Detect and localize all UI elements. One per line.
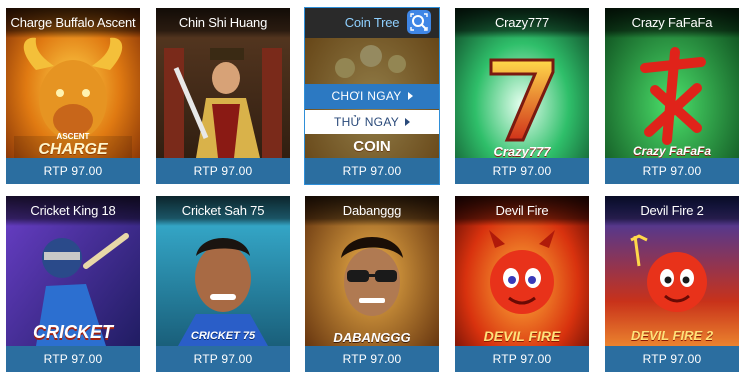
game-card-crazy777[interactable]: Crazy777 Crazy777 RTP 97.00 <box>455 8 589 184</box>
rtp-badge: RTP 97.00 <box>305 158 439 184</box>
rtp-badge: RTP 97.00 <box>305 346 439 372</box>
art-logo: DEVIL FIRE <box>483 328 561 344</box>
game-card-chin-shi-huang[interactable]: Chin Shi Huang RTP 97.00 <box>156 8 290 184</box>
rtp-badge: RTP 97.00 <box>6 346 140 372</box>
rtp-badge: RTP 97.00 <box>6 158 140 184</box>
game-title: Devil Fire 2 <box>605 196 739 226</box>
art-logo: DABANGGG <box>333 330 411 345</box>
game-title: Charge Buffalo Ascent <box>6 8 140 38</box>
game-grid: Charge Buffalo Ascent ASCENT CHARGE RTP … <box>0 0 750 378</box>
try-now-button[interactable]: THỬ NGAY <box>305 110 439 134</box>
game-title: Cricket Sah 75 <box>156 196 290 226</box>
search-icon[interactable] <box>407 10 431 34</box>
rtp-badge: RTP 97.00 <box>156 158 290 184</box>
game-title: Devil Fire <box>455 196 589 226</box>
play-now-button[interactable]: CHƠI NGAY <box>305 84 439 109</box>
game-card-devil-fire-2[interactable]: Devil Fire 2 DEVIL FIRE 2 RTP 97.00 <box>605 196 739 372</box>
game-card-charge-buffalo-ascent[interactable]: Charge Buffalo Ascent ASCENT CHARGE RTP … <box>6 8 140 184</box>
game-card-coin-tree[interactable]: Coin Tree CHƠI NGAY THỬ NGAY COIN RTP 97… <box>304 7 440 185</box>
play-now-label: CHƠI NGAY <box>331 89 402 103</box>
art-logo: CRICKET <box>33 322 113 342</box>
game-card-cricket-sah-75[interactable]: Cricket Sah 75 CRICKET 75 RTP 97.00 <box>156 196 290 372</box>
game-title: Chin Shi Huang <box>156 8 290 38</box>
game-card-cricket-king-18[interactable]: Cricket King 18 CRICKET RTP 97.00 <box>6 196 140 372</box>
game-title: Crazy777 <box>455 8 589 38</box>
game-card-crazy-fafafa[interactable]: Crazy FaFaFa Crazy FaFaFa RTP 97.00 <box>605 8 739 184</box>
art-logo-top: ASCENT <box>56 132 90 141</box>
art-logo: DEVIL FIRE 2 <box>630 328 714 343</box>
rtp-badge: RTP 97.00 <box>605 158 739 184</box>
try-now-label: THỬ NGAY <box>333 115 400 129</box>
rtp-badge: RTP 97.00 <box>605 346 739 372</box>
art-logo: CRICKET 75 <box>190 330 256 342</box>
rtp-badge: RTP 97.00 <box>156 346 290 372</box>
art-logo: COIN <box>353 138 391 155</box>
game-title: Cricket King 18 <box>6 196 140 226</box>
play-arrow-icon <box>407 92 413 100</box>
game-title: Dabanggg <box>305 196 439 226</box>
art-logo-bottom: CHARGE <box>38 141 108 158</box>
art-logo: Crazy FaFaFa <box>632 144 712 158</box>
game-card-dabanggg[interactable]: Dabanggg DABANGGG RTP 97.00 <box>305 196 439 372</box>
game-card-devil-fire[interactable]: Devil Fire DEVIL FIRE RTP 97.00 <box>455 196 589 372</box>
rtp-badge: RTP 97.00 <box>455 158 589 184</box>
art-logo: Crazy777 <box>493 144 551 159</box>
rtp-badge: RTP 97.00 <box>455 346 589 372</box>
game-title: Crazy FaFaFa <box>605 8 739 38</box>
try-arrow-icon <box>405 118 411 126</box>
